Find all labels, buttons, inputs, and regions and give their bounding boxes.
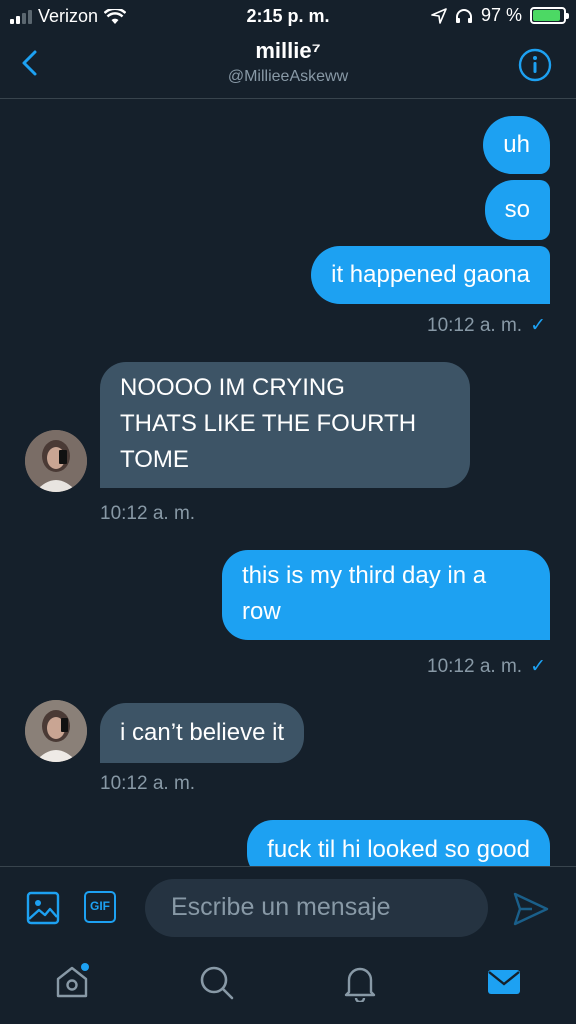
message-input-placeholder: Escribe un mensaje — [171, 893, 391, 921]
battery-icon — [530, 7, 569, 24]
status-bar: Verizon 2:15 p. m. 97 % — [0, 0, 576, 34]
message-composer: GIF Escribe un mensaje — [0, 866, 576, 949]
conversation-handle[interactable]: @MillieeAskeww — [0, 68, 576, 86]
tab-bar — [0, 948, 576, 1024]
avatar[interactable] — [25, 430, 87, 492]
message-input[interactable]: Escribe un mensaje — [145, 879, 488, 937]
message-line: this is my third day in a — [242, 562, 487, 589]
avatar-photo — [25, 700, 87, 762]
message-bubble-outgoing[interactable]: so — [484, 180, 550, 240]
tab-messages[interactable] — [484, 962, 524, 1002]
message-line: TOME — [120, 446, 189, 473]
image-icon[interactable] — [26, 891, 60, 925]
message-timestamp: 10:12 a. m. — [100, 773, 196, 794]
message-bubble-outgoing[interactable]: this is my third day in a row — [222, 550, 550, 640]
conversation-header: millie⁷ @MillieeAskeww — [0, 34, 576, 99]
gif-label: GIF — [90, 899, 110, 913]
gif-button[interactable]: GIF — [84, 891, 116, 923]
message-bubble-incoming[interactable]: NOOOO IM CRYING THATS LIKE THE FOURTH TO… — [100, 362, 470, 488]
info-icon[interactable] — [518, 48, 552, 82]
home-icon — [56, 963, 89, 998]
message-line: NOOOO IM CRYING — [120, 374, 345, 401]
message-timestamp: 10:12 a. m. ✓ — [427, 656, 546, 677]
notifications-icon — [344, 967, 376, 1004]
avatar[interactable] — [25, 700, 87, 762]
avatar-photo — [25, 430, 87, 492]
headphones-icon — [455, 8, 472, 23]
tab-notifications[interactable] — [340, 962, 380, 1004]
send-icon[interactable] — [512, 891, 550, 927]
message-line: row — [242, 598, 281, 625]
messages-icon — [488, 970, 520, 994]
battery-percent: 97 % — [480, 5, 522, 25]
message-bubble-outgoing[interactable]: it happened gaona — [311, 246, 550, 304]
tab-search[interactable] — [196, 962, 236, 1002]
message-timestamp: 10:12 a. m. ✓ — [427, 315, 546, 336]
message-bubble-incoming[interactable]: i can’t believe it — [100, 703, 305, 763]
status-right: 97 % — [431, 5, 569, 26]
search-icon — [200, 966, 234, 1000]
message-bubble-outgoing[interactable]: uh — [483, 116, 550, 174]
conversation-title[interactable]: millie⁷ — [0, 38, 576, 64]
read-receipt-icon: ✓ — [530, 656, 546, 677]
location-icon — [431, 7, 447, 24]
tab-home[interactable] — [52, 962, 92, 1002]
message-timestamp: 10:12 a. m. — [100, 503, 196, 524]
message-line: THATS LIKE THE FOURTH — [120, 410, 417, 437]
read-receipt-icon: ✓ — [530, 315, 546, 336]
